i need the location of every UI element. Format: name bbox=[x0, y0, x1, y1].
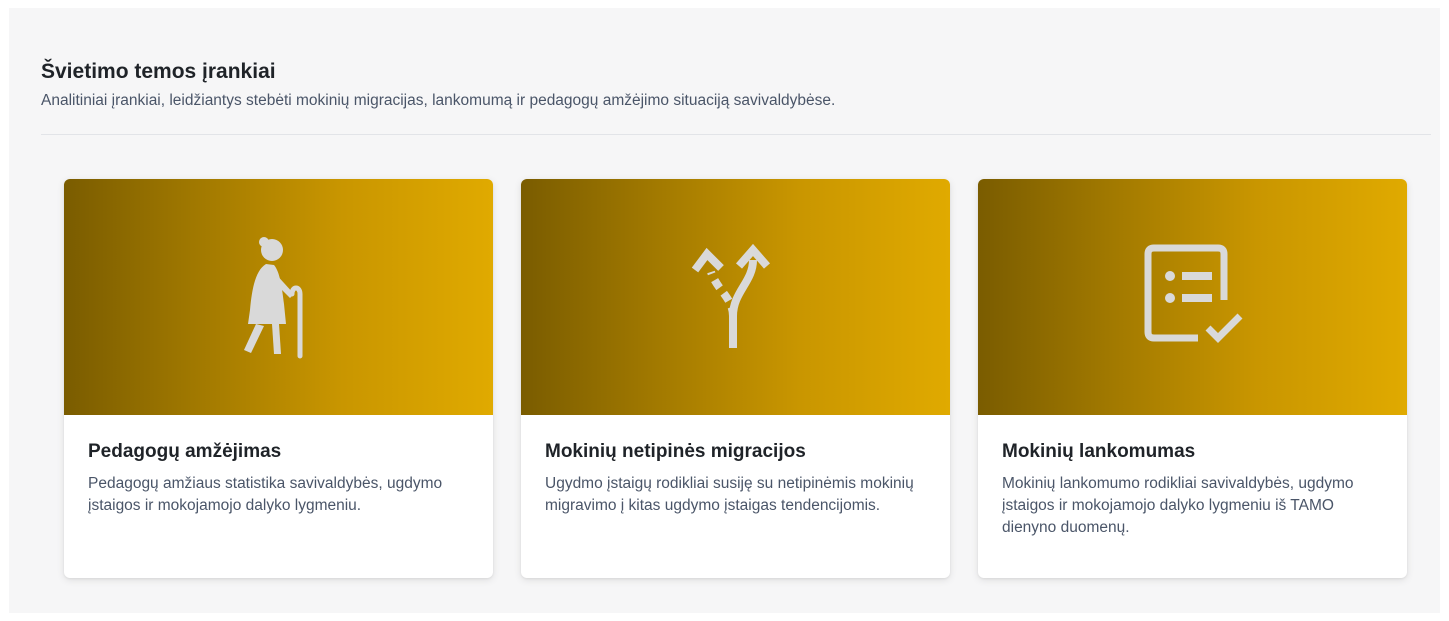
tool-card-mokiniu-lankomumas[interactable]: Mokinių lankomumas Mokinių lankomumo rod… bbox=[978, 179, 1407, 578]
card-description: Mokinių lankomumo rodikliai savivaldybės… bbox=[1002, 475, 1354, 536]
tool-card-mokiniu-migracijos[interactable]: Mokinių netipinės migracijos Ugydmo įsta… bbox=[521, 179, 950, 578]
section-title: Švietimo temos įrankiai bbox=[41, 60, 276, 83]
card-title: Mokinių netipinės migracijos bbox=[545, 441, 806, 462]
card-body: Mokinių lankomumas Mokinių lankomumo rod… bbox=[978, 415, 1407, 539]
checklist-icon bbox=[1144, 244, 1242, 343]
section-subtitle: Analitiniai įrankiai, leidžiantys stebėt… bbox=[41, 92, 836, 109]
fork-arrows-icon bbox=[691, 243, 770, 348]
education-tools-panel: Švietimo temos įrankiai Analitiniai įran… bbox=[9, 8, 1440, 613]
card-media bbox=[521, 179, 950, 415]
card-description: Pedagogų amžiaus statistika savivaldybės… bbox=[88, 475, 443, 514]
card-media bbox=[978, 179, 1407, 415]
card-description: Ugydmo įstaigų rodikliai susiję su netip… bbox=[545, 475, 914, 514]
tool-cards: Pedagogų amžėjimas Pedagogų amžiaus stat… bbox=[64, 179, 1407, 578]
section-header: Švietimo temos įrankiai Analitiniai įran… bbox=[41, 58, 1431, 112]
tool-card-pedagogu-amzejimas[interactable]: Pedagogų amžėjimas Pedagogų amžiaus stat… bbox=[64, 179, 493, 578]
card-title: Mokinių lankomumas bbox=[1002, 441, 1196, 462]
card-body: Mokinių netipinės migracijos Ugydmo įsta… bbox=[521, 415, 950, 517]
card-media bbox=[64, 179, 493, 415]
card-title: Pedagogų amžėjimas bbox=[88, 441, 282, 462]
elderly-person-icon bbox=[243, 237, 302, 359]
section-divider bbox=[41, 134, 1431, 135]
card-body: Pedagogų amžėjimas Pedagogų amžiaus stat… bbox=[64, 415, 493, 517]
